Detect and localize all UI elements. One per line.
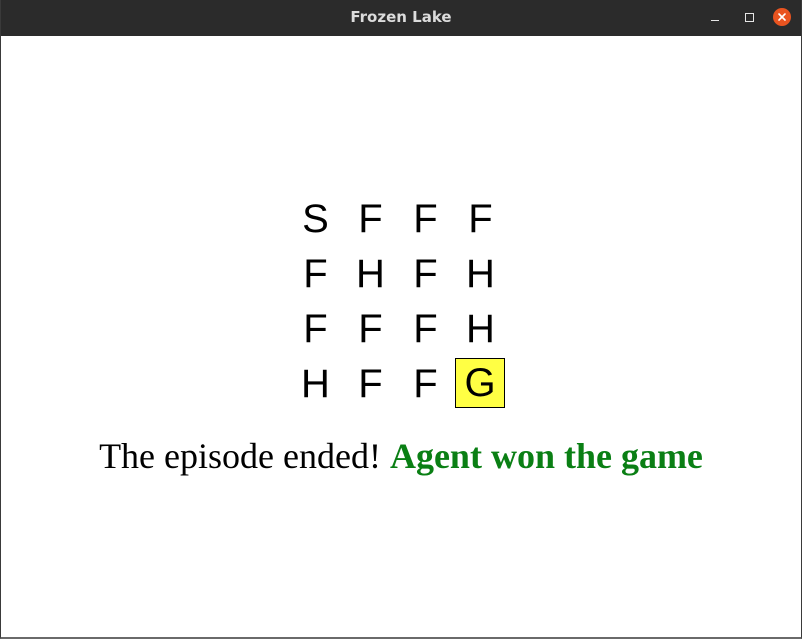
maximize-button[interactable] bbox=[740, 8, 758, 26]
episode-status: The episode ended! Agent won the game bbox=[1, 435, 801, 477]
close-button[interactable] bbox=[773, 8, 791, 26]
hole-tile: H bbox=[466, 252, 495, 296]
frozen-tile: F bbox=[303, 307, 328, 351]
close-icon bbox=[778, 13, 786, 21]
frozen-tile: F bbox=[413, 252, 438, 296]
game-canvas: SFFFFHFHFFFHHFFG The episode ended! Agen… bbox=[1, 36, 801, 637]
frozen-tile: F bbox=[413, 362, 438, 406]
frozen-tile: F bbox=[358, 362, 383, 406]
status-prefix: The episode ended! bbox=[99, 436, 381, 476]
frozen-tile: F bbox=[468, 197, 493, 241]
minimize-icon bbox=[711, 19, 719, 21]
frozen-tile: F bbox=[413, 197, 438, 241]
maximize-icon bbox=[744, 12, 754, 22]
hole-tile: H bbox=[466, 307, 495, 351]
title-bar[interactable]: Frozen Lake bbox=[1, 0, 801, 36]
frozen-tile: F bbox=[303, 252, 328, 296]
lake-grid: SFFFFHFHFFFHHFFG bbox=[288, 192, 508, 412]
hole-tile: H bbox=[356, 252, 385, 296]
frozen-tile: F bbox=[413, 307, 438, 351]
status-result: Agent won the game bbox=[389, 436, 703, 476]
minimize-button[interactable] bbox=[706, 8, 724, 26]
app-window: Frozen Lake SFFFFHFHFFFHHFFG The episode… bbox=[0, 0, 802, 639]
hole-tile: H bbox=[301, 362, 330, 406]
frozen-tile: F bbox=[358, 307, 383, 351]
frozen-tile: F bbox=[358, 197, 383, 241]
window-title: Frozen Lake bbox=[350, 8, 452, 26]
agent-position-goal-tile: G bbox=[455, 358, 505, 408]
start-tile: S bbox=[302, 197, 329, 241]
